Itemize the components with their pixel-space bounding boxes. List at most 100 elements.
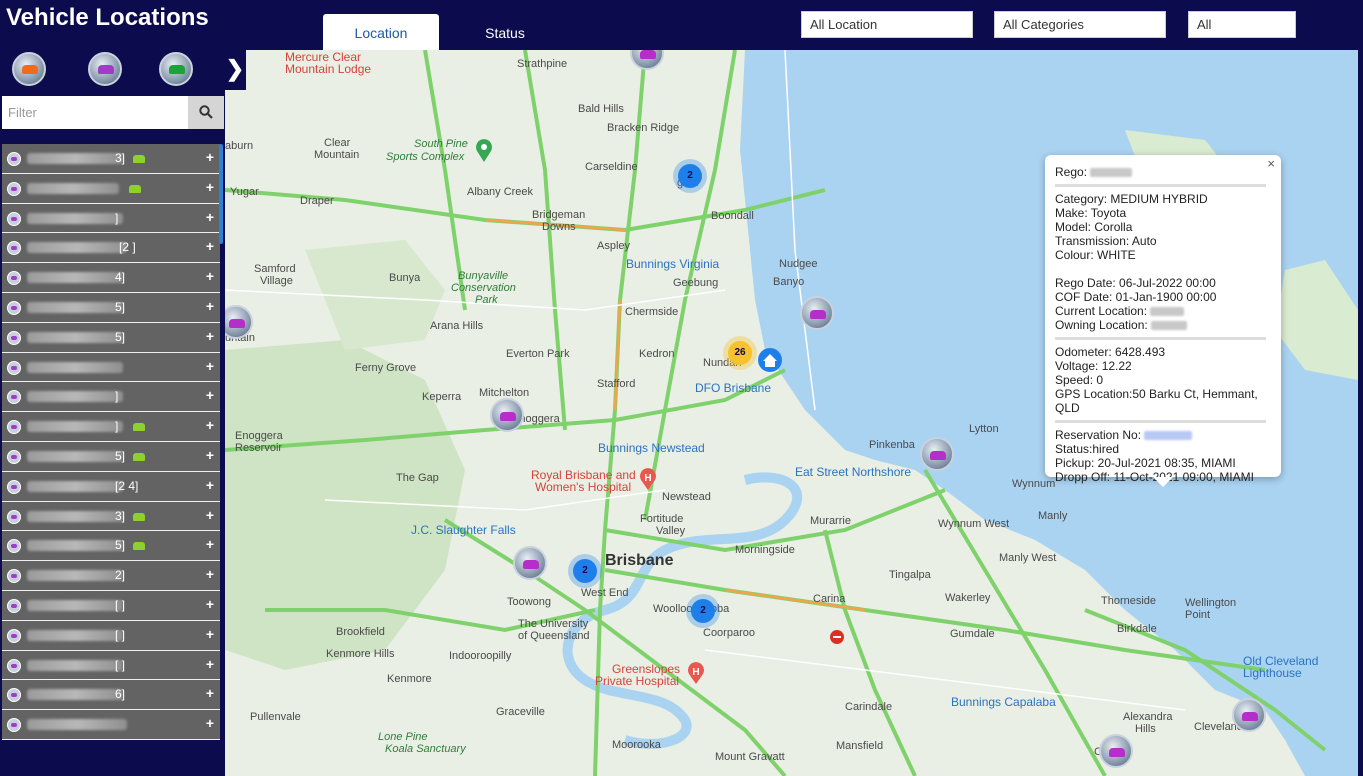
add-button[interactable]: + <box>206 179 214 195</box>
add-button[interactable]: + <box>206 507 214 523</box>
map-label: Koala Sanctuary <box>385 743 466 755</box>
purple-car-icon[interactable] <box>88 52 122 86</box>
add-button[interactable]: + <box>206 715 214 731</box>
add-button[interactable]: + <box>206 238 214 254</box>
add-button[interactable]: + <box>206 566 214 582</box>
vehicle-cluster[interactable]: 2 <box>573 559 597 583</box>
car-icon <box>7 718 21 733</box>
add-button[interactable]: + <box>206 477 214 493</box>
map-label: Eat Street Northshore <box>795 465 912 479</box>
map-label: South Pine <box>414 138 468 150</box>
map-label: Wynnum <box>1012 478 1056 490</box>
hospital-icon: H <box>640 468 656 490</box>
vehicle-marker[interactable] <box>513 546 547 580</box>
list-item[interactable]: 2] + <box>2 561 220 591</box>
status-select[interactable]: All <box>1188 11 1296 38</box>
map-label: Toowong <box>507 596 552 608</box>
redacted-name <box>27 421 123 433</box>
map-label: Albany Creek <box>467 186 534 198</box>
car-icon <box>7 449 21 464</box>
list-item[interactable]: ] + <box>2 412 220 442</box>
vehicle-marker[interactable] <box>490 398 524 432</box>
list-item[interactable]: ] + <box>2 382 220 413</box>
hired-car-icon <box>133 423 145 432</box>
list-item[interactable]: + <box>2 173 220 204</box>
search-button[interactable] <box>188 96 224 129</box>
vehicle-marker[interactable] <box>800 296 834 330</box>
vehicle-marker[interactable] <box>920 437 954 471</box>
add-button[interactable]: + <box>206 536 214 552</box>
map-label: Private Hospital <box>595 674 680 688</box>
map-label: Mountain Lodge <box>285 62 372 76</box>
add-button[interactable]: + <box>206 298 214 314</box>
orange-car-icon[interactable] <box>12 52 46 86</box>
vehicle-marker[interactable] <box>1232 698 1266 732</box>
car-icon <box>7 181 21 196</box>
map-label: Lytton <box>969 423 999 435</box>
car-icon <box>7 628 21 643</box>
list-item[interactable]: [ ] + <box>2 650 220 681</box>
list-item[interactable]: 5] + <box>2 531 220 562</box>
add-button[interactable]: + <box>206 328 214 344</box>
list-item[interactable]: 3] + <box>2 501 220 532</box>
add-button[interactable]: + <box>206 387 214 403</box>
add-button[interactable]: + <box>206 626 214 642</box>
tab-location[interactable]: Location [191] <box>323 14 439 79</box>
location-select[interactable]: All Location <box>801 11 973 38</box>
list-item[interactable]: 6] + <box>2 680 220 711</box>
redacted-name <box>27 480 123 492</box>
list-item[interactable]: + <box>2 710 220 740</box>
popup-speed: Speed: 0 <box>1055 373 1104 387</box>
hired-car-icon <box>129 184 141 193</box>
list-item[interactable]: [2 4] + <box>2 471 220 502</box>
row-label: [2 ] <box>119 240 136 255</box>
vehicle-cluster[interactable]: 26 <box>728 341 752 365</box>
filter-input[interactable]: Filter <box>2 96 188 129</box>
add-button[interactable]: + <box>206 417 214 433</box>
vehicle-cluster[interactable]: 2 <box>691 599 715 623</box>
map[interactable]: Mercure Clear Mountain Lodge Strathpine Bal… <box>225 50 1358 776</box>
list-item[interactable]: [ ] + <box>2 590 220 621</box>
list-scrollbar[interactable] <box>219 144 223 244</box>
list-item[interactable]: [ ] + <box>2 620 220 651</box>
list-item[interactable]: ] + <box>2 203 220 234</box>
map-label: Boondall <box>711 210 754 222</box>
add-button[interactable]: + <box>206 656 214 672</box>
list-item[interactable]: [2 ] + <box>2 233 220 264</box>
map-label: Mountain <box>314 149 360 161</box>
add-button[interactable]: + <box>206 149 214 165</box>
list-item[interactable]: 5] + <box>2 441 220 472</box>
popup-rego: Rego: <box>1055 165 1271 179</box>
map-label: Chermside <box>625 306 679 318</box>
list-item[interactable]: 4] + <box>2 263 220 293</box>
car-icon <box>7 330 21 345</box>
map-label: Gumdale <box>950 628 995 640</box>
list-item[interactable]: 5] + <box>2 292 220 323</box>
vehicle-cluster[interactable]: 2 <box>678 164 702 188</box>
tab-status[interactable]: Status [742CH2] <box>441 14 569 79</box>
add-button[interactable]: + <box>206 358 214 374</box>
row-label: 6] <box>115 687 126 702</box>
hired-car-icon <box>133 512 145 521</box>
list-item[interactable]: 3] + <box>2 144 220 174</box>
map-label: Manly West <box>999 552 1057 564</box>
list-item[interactable]: + <box>2 352 220 383</box>
green-car-icon[interactable] <box>159 52 193 86</box>
vehicle-marker[interactable] <box>1099 734 1133 768</box>
list-item[interactable]: 5] + <box>2 322 220 353</box>
hired-car-icon <box>133 155 145 163</box>
close-icon[interactable]: × <box>1267 157 1275 171</box>
redacted-name <box>27 599 123 611</box>
add-button[interactable]: + <box>206 685 214 701</box>
chevron-right-icon[interactable]: ❯ <box>224 50 246 90</box>
map-label: Valley <box>656 525 686 537</box>
add-button[interactable]: + <box>206 596 214 612</box>
hospital-icon: H <box>688 662 704 684</box>
category-select[interactable]: All Categories <box>994 11 1166 38</box>
car-icon <box>7 360 21 375</box>
add-button[interactable]: + <box>206 209 214 225</box>
add-button[interactable]: + <box>206 268 214 284</box>
car-icon <box>7 211 21 226</box>
row-label: 3] <box>115 508 126 523</box>
add-button[interactable]: + <box>206 447 214 463</box>
